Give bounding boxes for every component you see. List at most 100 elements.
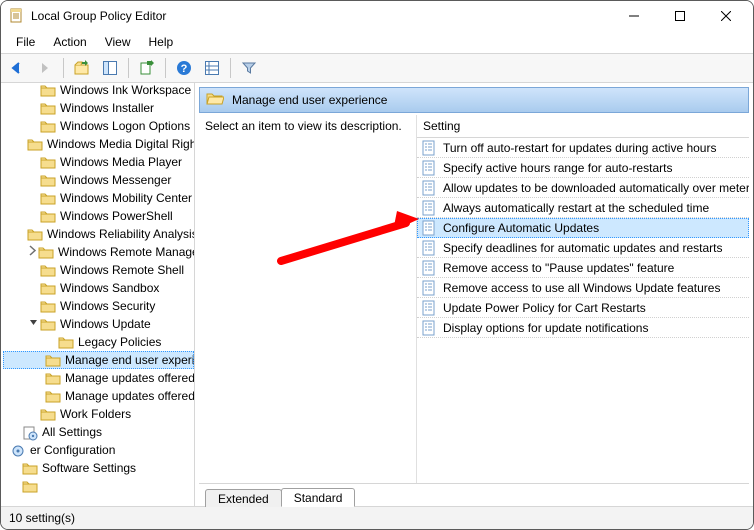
tree-item-label: Software Settings [42, 461, 136, 475]
tab-extended[interactable]: Extended [205, 489, 282, 507]
app-icon [9, 8, 25, 24]
tree-item[interactable]: Software Settings [3, 459, 194, 477]
back-icon[interactable] [4, 55, 30, 81]
forward-icon [32, 55, 58, 81]
setting-row[interactable]: Turn off auto-restart for updates during… [417, 138, 749, 158]
setting-row[interactable]: Specify active hours range for auto-rest… [417, 158, 749, 178]
tree-item-label: Windows Remote Management [58, 245, 195, 259]
menu-action[interactable]: Action [44, 33, 95, 51]
tree-item-label: Windows Logon Options [60, 119, 190, 133]
setting-label: Remove access to "Pause updates" feature [443, 261, 674, 275]
setting-label: Display options for update notifications [443, 321, 648, 335]
tree-item-label: All Settings [42, 425, 102, 439]
description-pane: Select an item to view its description. [199, 115, 416, 483]
setting-row[interactable]: Update Power Policy for Cart Restarts [417, 298, 749, 318]
close-button[interactable] [703, 1, 749, 31]
tree-item[interactable]: Manage updates offered [3, 369, 194, 387]
chevron-down-icon[interactable] [27, 317, 40, 331]
export-icon[interactable] [134, 55, 160, 81]
tree-item[interactable]: Windows Reliability Analysis [3, 225, 194, 243]
folder-icon [38, 245, 54, 259]
folder-icon [40, 173, 56, 187]
tree-item[interactable]: Windows Media Digital Rights [3, 135, 194, 153]
right-content: Select an item to view its description. … [199, 115, 749, 483]
folder-icon [40, 299, 56, 313]
window-title: Local Group Policy Editor [31, 9, 611, 23]
tree-item[interactable]: Windows Sandbox [3, 279, 194, 297]
tree-item[interactable]: Windows Update [3, 315, 194, 333]
setting-row[interactable]: Specify deadlines for automatic updates … [417, 238, 749, 258]
folder-icon [40, 83, 56, 97]
tree-item-label: Windows Update [60, 317, 151, 331]
tree-item-label: Windows Remote Shell [60, 263, 184, 277]
setting-row[interactable]: Display options for update notifications [417, 318, 749, 338]
settings-list[interactable]: Turn off auto-restart for updates during… [417, 138, 749, 483]
toolbar: ? [1, 53, 753, 83]
menu-view[interactable]: View [96, 33, 140, 51]
description-hint: Select an item to view its description. [205, 119, 402, 133]
filter-icon[interactable] [236, 55, 262, 81]
folder-icon [40, 281, 56, 295]
tree-item[interactable]: Manage end user experience [3, 351, 194, 369]
tab-standard[interactable]: Standard [281, 488, 356, 507]
setting-column-label: Setting [423, 119, 460, 133]
folder-icon [40, 263, 56, 277]
folder-icon [40, 317, 56, 331]
nav-tree[interactable]: Windows Ink Workspace Windows Installer Wi… [1, 83, 195, 506]
setting-label: Turn off auto-restart for updates during… [443, 141, 716, 155]
menu-file[interactable]: File [7, 33, 44, 51]
maximize-button[interactable] [657, 1, 703, 31]
tree-item[interactable]: Work Folders [3, 405, 194, 423]
tree-item[interactable]: Windows Media Player [3, 153, 194, 171]
setting-label: Remove access to use all Windows Update … [443, 281, 720, 295]
toolbar-separator [230, 58, 231, 78]
tree-item-label: Windows Reliability Analysis [47, 227, 195, 241]
help-icon[interactable]: ? [171, 55, 197, 81]
tree-item-label: Windows Ink Workspace [60, 83, 191, 97]
properties-icon[interactable] [199, 55, 225, 81]
tree-item[interactable]: Windows Security [3, 297, 194, 315]
toolbar-separator [165, 58, 166, 78]
tree-item[interactable]: Windows Messenger [3, 171, 194, 189]
tree-item-label: Windows Messenger [60, 173, 171, 187]
policy-icon [421, 260, 437, 276]
tree-item[interactable]: Windows Logon Options [3, 117, 194, 135]
setting-row[interactable]: Allow updates to be downloaded automatic… [417, 178, 749, 198]
tree-item-label: Windows Security [60, 299, 155, 313]
tree-item-label: er Configuration [30, 443, 115, 457]
tree-item[interactable]: All Settings [3, 423, 194, 441]
tree-item[interactable]: Legacy Policies [3, 333, 194, 351]
chevron-right-icon[interactable] [27, 245, 38, 259]
policy-icon [421, 320, 437, 336]
setting-row[interactable]: Remove access to use all Windows Update … [417, 278, 749, 298]
setting-row[interactable]: Always automatically restart at the sche… [417, 198, 749, 218]
tree-item-label: Windows Media Digital Rights [47, 137, 195, 151]
policy-icon [421, 160, 437, 176]
folder-icon [45, 371, 61, 385]
tree-item[interactable]: Windows Mobility Center [3, 189, 194, 207]
statusbar: 10 setting(s) [1, 506, 753, 529]
tree-item[interactable]: er Configuration [1, 441, 194, 459]
policy-icon [421, 200, 437, 216]
app-window: Local Group Policy Editor FileActionView… [0, 0, 754, 530]
tree-item[interactable]: Windows Remote Management [3, 243, 194, 261]
tree-item[interactable]: Windows Ink Workspace [3, 83, 194, 99]
minimize-button[interactable] [611, 1, 657, 31]
setting-row[interactable]: Configure Automatic Updates [417, 218, 749, 238]
svg-text:?: ? [181, 63, 188, 75]
setting-label: Specify active hours range for auto-rest… [443, 161, 672, 175]
tree-item[interactable]: Windows Remote Shell [3, 261, 194, 279]
setting-row[interactable]: Remove access to "Pause updates" feature [417, 258, 749, 278]
tree-item-label: Manage end user experience [65, 353, 195, 367]
tree-item[interactable]: Windows Installer [3, 99, 194, 117]
setting-label: Always automatically restart at the sche… [443, 201, 709, 215]
up-icon[interactable] [69, 55, 95, 81]
tree-item[interactable]: Windows PowerShell [3, 207, 194, 225]
tree-item[interactable]: Manage updates offered [3, 387, 194, 405]
tree-item[interactable] [3, 477, 194, 495]
show-hide-tree-icon[interactable] [97, 55, 123, 81]
list-column-header[interactable]: Setting [417, 115, 749, 138]
folder-icon [40, 155, 56, 169]
menu-help[interactable]: Help [140, 33, 183, 51]
tree-item-label: Manage updates offered [65, 389, 195, 403]
